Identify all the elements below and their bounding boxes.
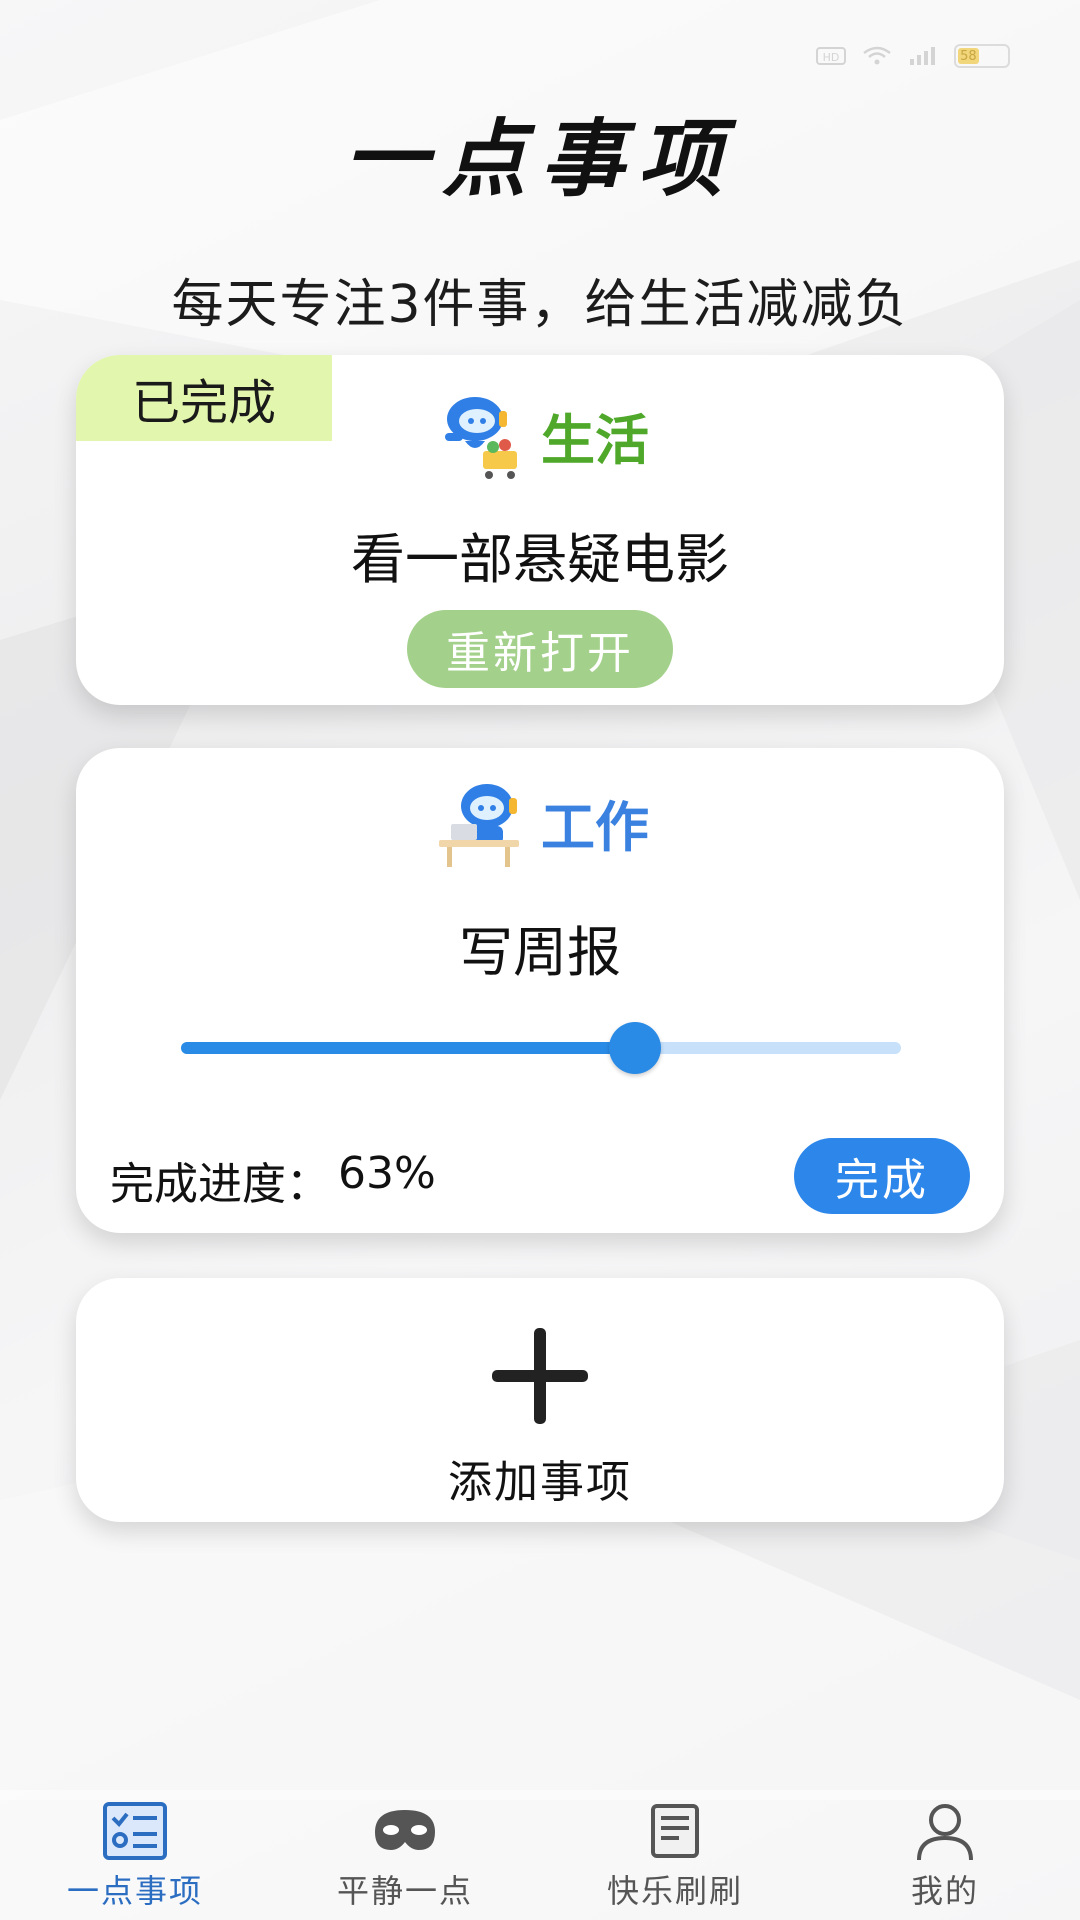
slider-thumb[interactable] bbox=[608, 1022, 661, 1074]
category-row: 生活 bbox=[76, 385, 1004, 485]
bottom-tab-bar: 一点事项 平静一点 快乐刷刷 我的 bbox=[0, 1790, 1080, 1920]
page-subtitle: 每天专注3件事，给生活减减负 bbox=[171, 275, 909, 335]
category-row: 工作 bbox=[76, 772, 1004, 872]
plus-icon bbox=[492, 1328, 588, 1424]
battery-icon: 58 bbox=[954, 44, 1010, 68]
tab-label: 快乐刷刷 bbox=[606, 1872, 743, 1910]
svg-text:HD: HD bbox=[823, 51, 840, 64]
slider-fill bbox=[181, 1042, 635, 1054]
person-icon bbox=[917, 1804, 973, 1861]
progress-value: 63% bbox=[338, 1148, 436, 1199]
status-bar: HD 58 bbox=[816, 40, 1010, 72]
checklist-icon bbox=[103, 1802, 167, 1860]
tab-calm[interactable]: 平静一点 bbox=[270, 1790, 540, 1920]
notebook-icon bbox=[651, 1804, 699, 1858]
category-label: 工作 bbox=[541, 795, 649, 859]
battery-level: 58 bbox=[958, 48, 979, 64]
complete-button[interactable]: 完成 bbox=[794, 1138, 970, 1214]
progress-slider[interactable] bbox=[181, 1022, 901, 1074]
task-title: 写周报 bbox=[459, 921, 621, 984]
tab-happy-scroll[interactable]: 快乐刷刷 bbox=[540, 1790, 810, 1920]
tab-focus-items[interactable]: 一点事项 bbox=[0, 1790, 270, 1920]
task-card-work[interactable]: 工作 写周报 完成进度： 63% 完成 bbox=[76, 748, 1004, 1233]
task-card-life[interactable]: 已完成 生活 看一部悬疑电影 重新打开 bbox=[76, 355, 1004, 705]
tab-label: 一点事项 bbox=[66, 1872, 203, 1910]
tab-label: 平静一点 bbox=[336, 1872, 473, 1910]
hd-icon: HD bbox=[816, 47, 846, 65]
page-title: 一点事项 bbox=[343, 110, 736, 208]
progress-row: 完成进度： 63% bbox=[110, 1148, 436, 1212]
robot-shopping-icon bbox=[445, 397, 517, 479]
add-task-card[interactable]: 添加事项 bbox=[76, 1278, 1004, 1522]
signal-icon bbox=[910, 47, 935, 65]
reopen-button[interactable]: 重新打开 bbox=[407, 610, 673, 688]
tab-label: 我的 bbox=[910, 1872, 979, 1910]
progress-label: 完成进度： bbox=[110, 1159, 330, 1210]
category-label: 生活 bbox=[541, 408, 649, 472]
wifi-icon bbox=[863, 46, 891, 65]
add-task-label: 添加事项 bbox=[448, 1457, 632, 1508]
tab-profile[interactable]: 我的 bbox=[810, 1790, 1080, 1920]
task-title: 看一部悬疑电影 bbox=[351, 528, 729, 591]
mask-icon bbox=[375, 1810, 435, 1850]
robot-laptop-icon bbox=[439, 784, 519, 867]
